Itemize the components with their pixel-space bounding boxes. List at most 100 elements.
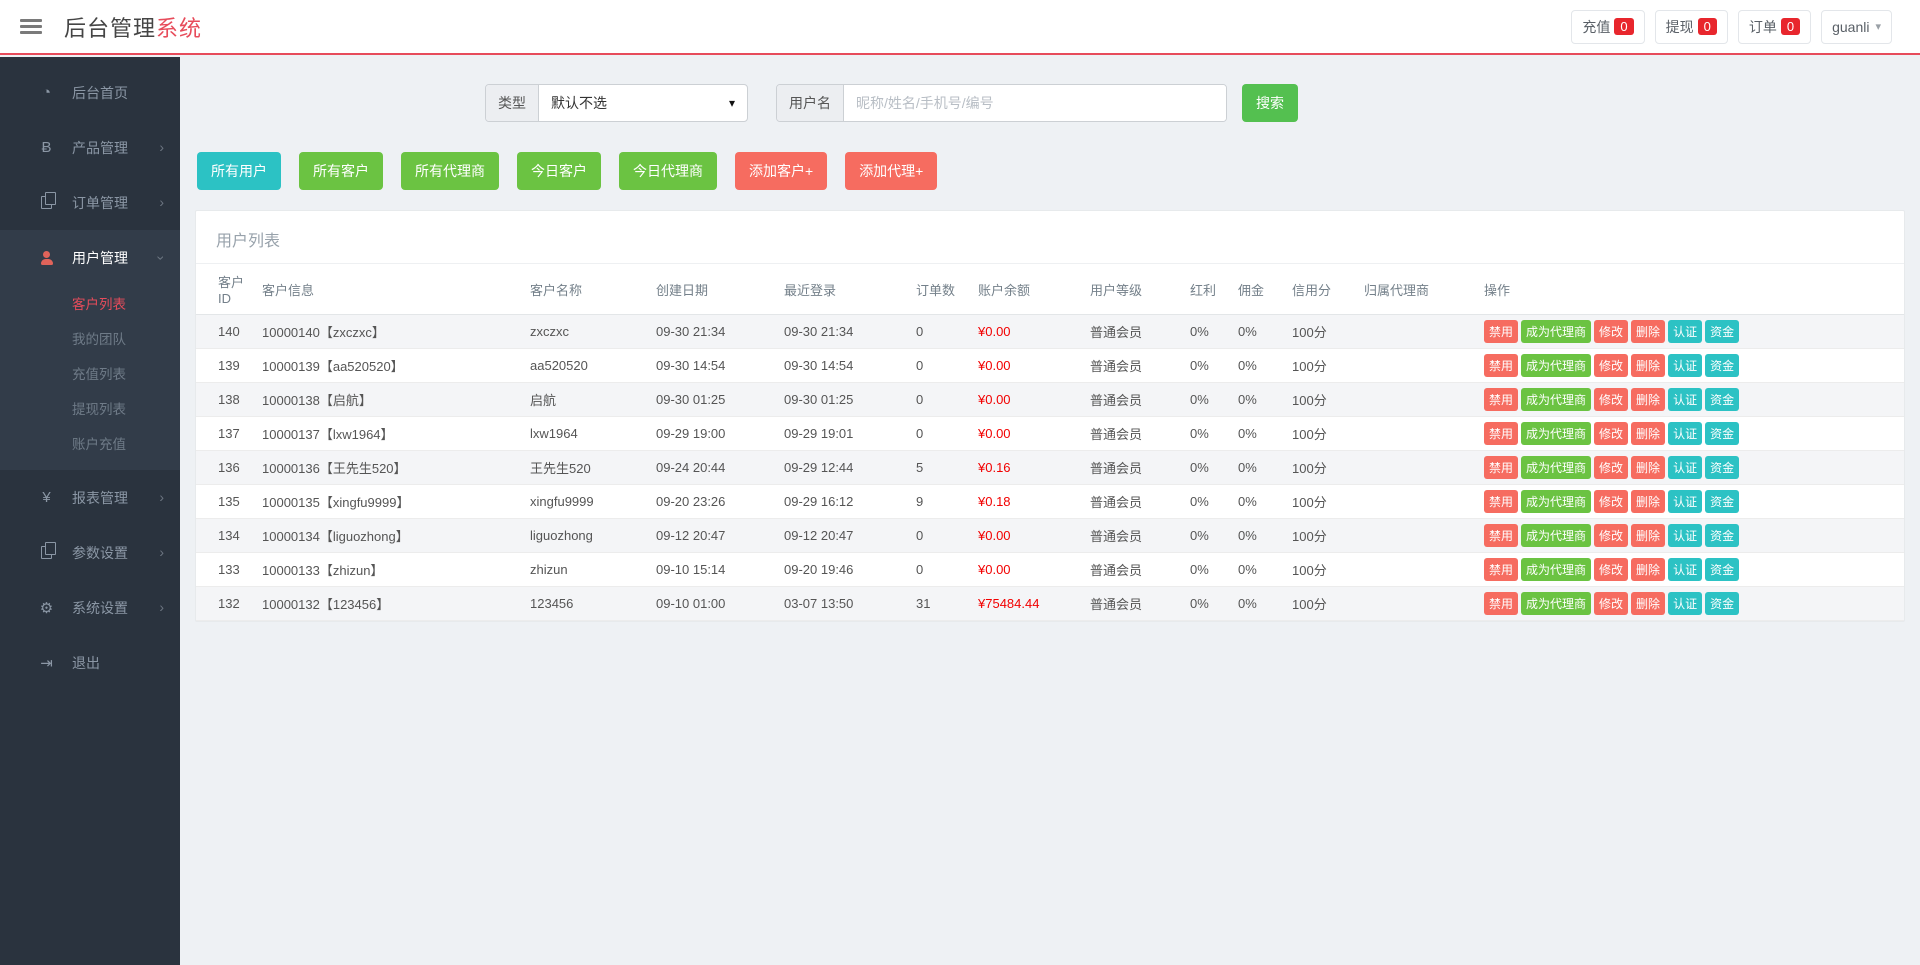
action-funds-button[interactable]: 资金 — [1705, 320, 1739, 343]
action-disable-button[interactable]: 禁用 — [1484, 456, 1518, 479]
sidebar-item-products[interactable]: Ƀ产品管理› — [0, 120, 180, 175]
action-make-agent-button[interactable]: 成为代理商 — [1521, 354, 1591, 377]
cell-actions: 禁用成为代理商修改删除认证资金 — [1478, 417, 1904, 451]
action-verify-button[interactable]: 认证 — [1668, 320, 1702, 343]
action-make-agent-button[interactable]: 成为代理商 — [1521, 524, 1591, 547]
action-delete-button[interactable]: 删除 — [1631, 456, 1665, 479]
cell-commission: 0% — [1232, 451, 1286, 485]
action-funds-button[interactable]: 资金 — [1705, 422, 1739, 445]
action-delete-button[interactable]: 删除 — [1631, 388, 1665, 411]
action-delete-button[interactable]: 删除 — [1631, 592, 1665, 615]
cell-info: 10000132【123456】 — [256, 587, 524, 621]
action-make-agent-button[interactable]: 成为代理商 — [1521, 592, 1591, 615]
cell-commission: 0% — [1232, 315, 1286, 349]
chevron-right-icon: › — [159, 489, 164, 505]
action-verify-button[interactable]: 认证 — [1668, 422, 1702, 445]
action-delete-button[interactable]: 删除 — [1631, 320, 1665, 343]
action-verify-button[interactable]: 认证 — [1668, 558, 1702, 581]
action-funds-button[interactable]: 资金 — [1705, 558, 1739, 581]
user-menu-button[interactable]: guanli ▾ — [1821, 10, 1892, 44]
cell-orders: 0 — [910, 553, 972, 587]
sidebar-item-system[interactable]: ⚙系统设置› — [0, 580, 180, 635]
action-edit-button[interactable]: 修改 — [1594, 354, 1628, 377]
action-verify-button[interactable]: 认证 — [1668, 388, 1702, 411]
action-verify-button[interactable]: 认证 — [1668, 490, 1702, 513]
filter-button-all-customers[interactable]: 所有客户 — [299, 152, 383, 190]
action-edit-button[interactable]: 修改 — [1594, 388, 1628, 411]
filter-button-today-customers[interactable]: 今日客户 — [517, 152, 601, 190]
cell-id: 140 — [196, 315, 256, 349]
action-funds-button[interactable]: 资金 — [1705, 490, 1739, 513]
sidebar-item-label: 退出 — [72, 653, 100, 673]
action-make-agent-button[interactable]: 成为代理商 — [1521, 388, 1591, 411]
action-delete-button[interactable]: 删除 — [1631, 354, 1665, 377]
sidebar-subitem-customer-list[interactable]: 客户列表 — [0, 285, 180, 320]
action-disable-button[interactable]: 禁用 — [1484, 422, 1518, 445]
action-delete-button[interactable]: 删除 — [1631, 558, 1665, 581]
filter-button-row: 所有用户所有客户所有代理商今日客户今日代理商添加客户+ 添加代理+ — [197, 152, 1920, 190]
filter-button-add-customer[interactable]: 添加客户+ — [735, 152, 827, 190]
sidebar-item-users[interactable]: 用户管理› — [0, 230, 180, 285]
action-funds-button[interactable]: 资金 — [1705, 592, 1739, 615]
cell-level: 普通会员 — [1084, 349, 1184, 383]
action-disable-button[interactable]: 禁用 — [1484, 320, 1518, 343]
action-make-agent-button[interactable]: 成为代理商 — [1521, 558, 1591, 581]
action-disable-button[interactable]: 禁用 — [1484, 490, 1518, 513]
filter-button-add-agent[interactable]: 添加代理+ — [845, 152, 937, 190]
cell-balance: ¥0.00 — [972, 553, 1084, 587]
cell-created: 09-24 20:44 — [650, 451, 778, 485]
action-verify-button[interactable]: 认证 — [1668, 456, 1702, 479]
action-edit-button[interactable]: 修改 — [1594, 524, 1628, 547]
filter-button-all-agents[interactable]: 所有代理商 — [401, 152, 499, 190]
action-edit-button[interactable]: 修改 — [1594, 456, 1628, 479]
cell-info: 10000138【启航】 — [256, 383, 524, 417]
action-verify-button[interactable]: 认证 — [1668, 592, 1702, 615]
action-edit-button[interactable]: 修改 — [1594, 558, 1628, 581]
type-select[interactable]: 默认不选 ▾ — [539, 85, 747, 121]
action-edit-button[interactable]: 修改 — [1594, 320, 1628, 343]
sidebar-item-params[interactable]: 参数设置› — [0, 525, 180, 580]
header-recharge-button[interactable]: 充值0 — [1571, 10, 1644, 44]
action-make-agent-button[interactable]: 成为代理商 — [1521, 320, 1591, 343]
search-button[interactable]: 搜索 — [1242, 84, 1298, 122]
action-disable-button[interactable]: 禁用 — [1484, 592, 1518, 615]
action-make-agent-button[interactable]: 成为代理商 — [1521, 422, 1591, 445]
sidebar-item-orders[interactable]: 订单管理› — [0, 175, 180, 230]
filter-button-all-users[interactable]: 所有用户 — [197, 152, 281, 190]
action-verify-button[interactable]: 认证 — [1668, 524, 1702, 547]
sidebar-subitem-recharge-list[interactable]: 充值列表 — [0, 355, 180, 390]
cell-last_login: 09-29 16:12 — [778, 485, 910, 519]
action-edit-button[interactable]: 修改 — [1594, 592, 1628, 615]
action-delete-button[interactable]: 删除 — [1631, 490, 1665, 513]
sidebar-item-reports[interactable]: ¥报表管理› — [0, 470, 180, 525]
sidebar-subitem-account-recharge[interactable]: 账户充值 — [0, 425, 180, 460]
action-funds-button[interactable]: 资金 — [1705, 456, 1739, 479]
action-funds-button[interactable]: 资金 — [1705, 524, 1739, 547]
action-disable-button[interactable]: 禁用 — [1484, 524, 1518, 547]
action-verify-button[interactable]: 认证 — [1668, 354, 1702, 377]
action-make-agent-button[interactable]: 成为代理商 — [1521, 456, 1591, 479]
action-funds-button[interactable]: 资金 — [1705, 354, 1739, 377]
filter-button-today-agents[interactable]: 今日代理商 — [619, 152, 717, 190]
sidebar-subitem-my-team[interactable]: 我的团队 — [0, 320, 180, 355]
sidebar-item-logout[interactable]: ⇥退出 — [0, 635, 180, 690]
sidebar-subitem-withdraw-list[interactable]: 提现列表 — [0, 390, 180, 425]
action-disable-button[interactable]: 禁用 — [1484, 354, 1518, 377]
hamburger-menu-icon[interactable] — [20, 16, 42, 37]
action-edit-button[interactable]: 修改 — [1594, 490, 1628, 513]
action-disable-button[interactable]: 禁用 — [1484, 558, 1518, 581]
action-disable-button[interactable]: 禁用 — [1484, 388, 1518, 411]
action-delete-button[interactable]: 删除 — [1631, 524, 1665, 547]
cell-created: 09-30 14:54 — [650, 349, 778, 383]
cell-name: xingfu9999 — [524, 485, 650, 519]
sidebar-item-home[interactable]: ◔后台首页 — [0, 65, 180, 120]
action-delete-button[interactable]: 删除 — [1631, 422, 1665, 445]
action-funds-button[interactable]: 资金 — [1705, 388, 1739, 411]
cell-balance: ¥0.00 — [972, 417, 1084, 451]
username-input[interactable] — [844, 85, 1226, 121]
header-orders-button[interactable]: 订单0 — [1738, 10, 1811, 44]
action-make-agent-button[interactable]: 成为代理商 — [1521, 490, 1591, 513]
action-edit-button[interactable]: 修改 — [1594, 422, 1628, 445]
cell-created: 09-30 01:25 — [650, 383, 778, 417]
header-withdraw-button[interactable]: 提现0 — [1655, 10, 1728, 44]
